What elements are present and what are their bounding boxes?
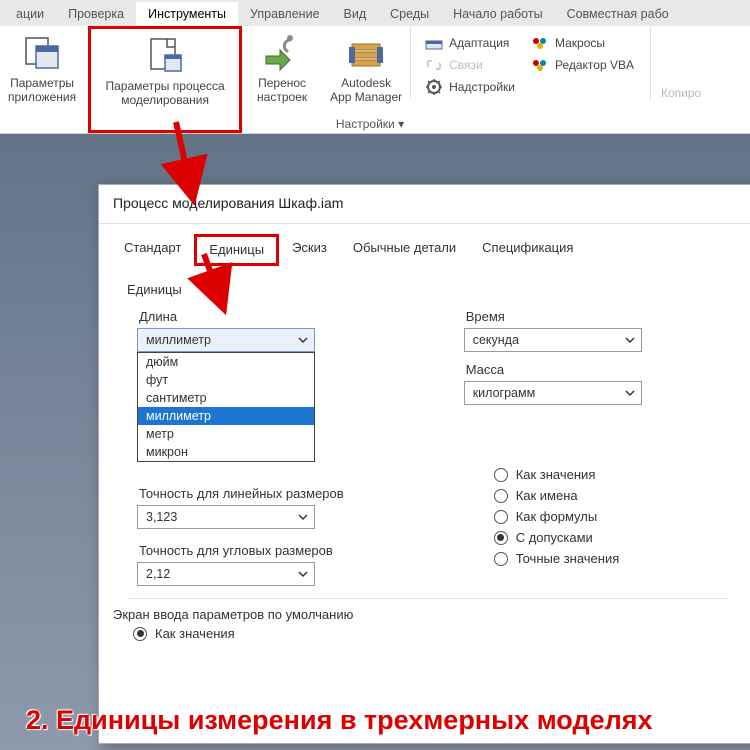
links-icon — [425, 56, 443, 74]
transfer-icon — [262, 32, 302, 72]
app-params-label: Параметры приложения — [8, 76, 76, 104]
app-params-button[interactable]: Параметры приложения — [0, 26, 84, 133]
chevron-down-icon — [298, 512, 308, 522]
vba-button[interactable]: Редактор VBA — [523, 54, 642, 76]
annotation-arrow-2 — [186, 250, 246, 320]
adaptation-button[interactable]: Адаптация — [417, 32, 523, 54]
time-combo[interactable]: секунда — [464, 328, 642, 352]
macros-button[interactable]: Макросы — [523, 32, 642, 54]
dialog-tab-Обычные детали[interactable]: Обычные детали — [340, 234, 469, 266]
vba-icon — [531, 56, 549, 74]
time-label: Время — [466, 309, 642, 324]
length-dropdown[interactable]: дюймфутсантиметрмиллиметрметрмикрон — [137, 352, 315, 462]
menu-tab-5[interactable]: Среды — [378, 2, 441, 26]
menu-tab-4[interactable]: Вид — [332, 2, 379, 26]
app-params-icon — [22, 32, 62, 72]
copy-button: Копиро — [650, 26, 701, 100]
app-manager-icon — [346, 32, 386, 72]
process-params-button[interactable]: Параметры процесса моделирования — [91, 29, 239, 130]
process-params-label: Параметры процесса моделирования — [105, 79, 224, 107]
menu-tab-2[interactable]: Инструменты — [136, 2, 238, 26]
main-menu-bar[interactable]: ацииПроверкаИнструментыУправлениеВидСред… — [0, 0, 750, 26]
angular-precision-combo[interactable]: 2,12 — [137, 562, 315, 586]
links-button: Связи — [417, 54, 523, 76]
process-params-icon — [145, 35, 185, 75]
dialog-tab-Стандарт[interactable]: Стандарт — [111, 234, 194, 266]
chevron-down-icon — [625, 335, 635, 345]
length-option[interactable]: дюйм — [138, 353, 314, 371]
chevron-down-icon — [298, 569, 308, 579]
adaptation-icon — [425, 34, 443, 52]
dialog-tab-Спецификация[interactable]: Спецификация — [469, 234, 586, 266]
addins-button[interactable]: Надстройки — [417, 76, 523, 98]
process-params-highlight: Параметры процесса моделирования — [88, 26, 242, 133]
menu-tab-7[interactable]: Совместная рабо — [555, 2, 681, 26]
menu-tab-6[interactable]: Начало работы — [441, 2, 554, 26]
dialog-tab-Эскиз[interactable]: Эскиз — [279, 234, 340, 266]
mass-combo[interactable]: килограмм — [464, 381, 642, 405]
display-radio-1[interactable]: Как имена — [494, 488, 642, 503]
macros-icon — [531, 34, 549, 52]
linear-precision-label: Точность для линейных размеров — [139, 486, 344, 501]
screen-input-radio[interactable]: Как значения — [133, 626, 729, 641]
transfer-label: Перенос настроек — [257, 76, 307, 104]
length-option[interactable]: сантиметр — [138, 389, 314, 407]
addins-icon — [425, 78, 443, 96]
display-radios: Как значения Как имена Как формулы С допуск… — [494, 461, 642, 572]
mass-label: Масса — [466, 362, 642, 377]
linear-precision-combo[interactable]: 3,123 — [137, 505, 315, 529]
annotation-arrow-1 — [140, 118, 220, 208]
display-radio-4[interactable]: Точные значения — [494, 551, 642, 566]
menu-tab-1[interactable]: Проверка — [56, 2, 136, 26]
length-option[interactable]: метр — [138, 425, 314, 443]
menu-tab-3[interactable]: Управление — [238, 2, 332, 26]
ribbon-group-label[interactable]: Настройки ▾ — [270, 117, 470, 131]
angular-precision-label: Точность для угловых размеров — [139, 543, 344, 558]
chevron-down-icon — [298, 335, 308, 345]
ribbon: Параметры приложения Параметры процесса … — [0, 26, 750, 134]
length-option[interactable]: фут — [138, 371, 314, 389]
chevron-down-icon — [625, 388, 635, 398]
display-radio-0[interactable]: Как значения — [494, 467, 642, 482]
display-radio-2[interactable]: Как формулы — [494, 509, 642, 524]
app-manager-label: Autodesk App Manager — [330, 76, 402, 104]
screen-input-label: Экран ввода параметров по умолчанию — [113, 607, 729, 622]
length-option[interactable]: миллиметр — [138, 407, 314, 425]
menu-tab-0[interactable]: ации — [4, 2, 56, 26]
length-combo[interactable]: миллиметр дюймфутсантиметрмиллиметрметрм… — [137, 328, 315, 352]
display-radio-3[interactable]: С допусками — [494, 530, 642, 545]
annotation-caption: 2. Единицы измерения в трехмерных моделя… — [26, 704, 653, 736]
length-option[interactable]: микрон — [138, 443, 314, 461]
